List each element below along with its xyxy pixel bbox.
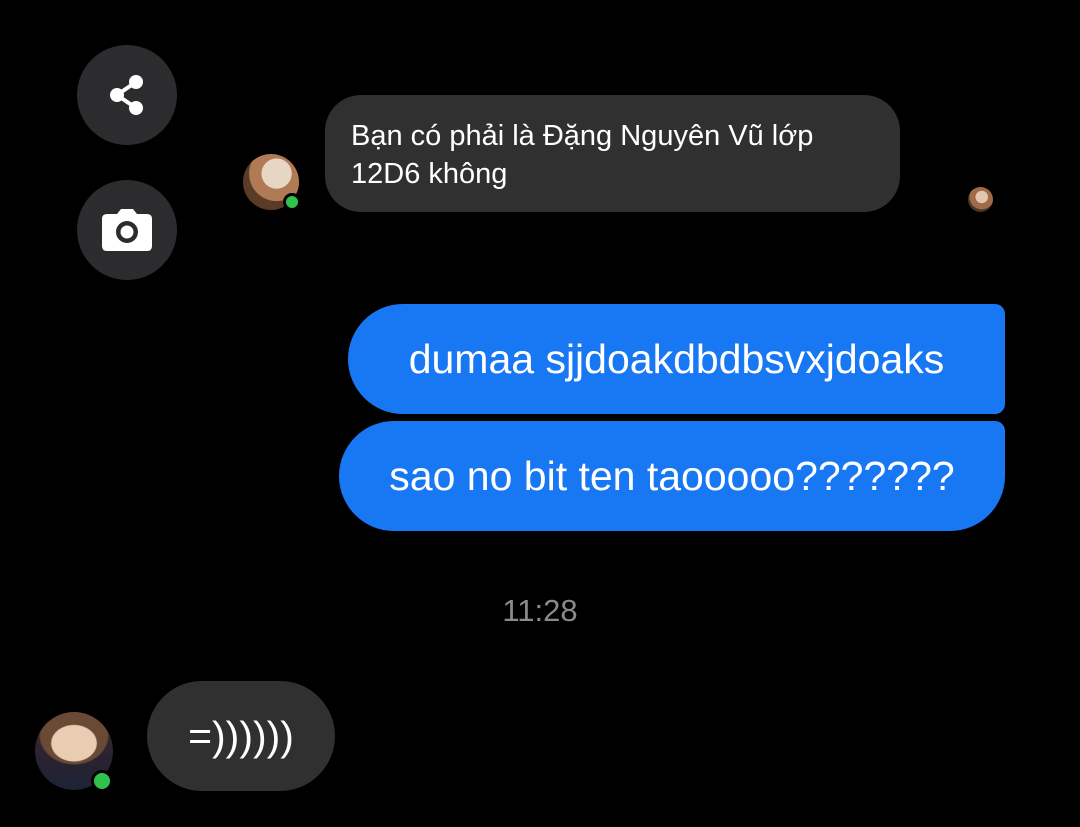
message-bubble-incoming[interactable]: =)))))) (147, 681, 335, 791)
share-button[interactable] (77, 45, 177, 145)
share-icon (110, 75, 143, 115)
message-bubble-incoming[interactable]: Bạn có phải là Đặng Nguyên Vũ lớp 12D6 k… (325, 95, 900, 212)
sender-avatar[interactable] (35, 712, 113, 792)
seen-avatar (968, 187, 993, 212)
message-timestamp: 11:28 (502, 593, 578, 628)
message-text: =)))))) (188, 713, 294, 759)
camera-button[interactable] (77, 180, 177, 280)
message-text: dumaa sjjdoakdbdbsvxjdoaks (408, 336, 945, 382)
message-bubble-outgoing[interactable]: dumaa sjjdoakdbdbsvxjdoaks (348, 304, 1005, 414)
online-indicator (283, 193, 301, 211)
message-bubble-outgoing[interactable]: sao no bit ten taooooo??????? (339, 421, 1005, 531)
camera-icon (102, 209, 152, 251)
online-indicator (91, 770, 113, 792)
message-text: Bạn có phải là Đặng Nguyên Vũ lớp 12D6 k… (351, 120, 814, 190)
message-text: sao no bit ten taooooo??????? (389, 453, 955, 499)
seen-avatar-photo (968, 187, 993, 212)
sender-avatar[interactable] (243, 154, 301, 211)
